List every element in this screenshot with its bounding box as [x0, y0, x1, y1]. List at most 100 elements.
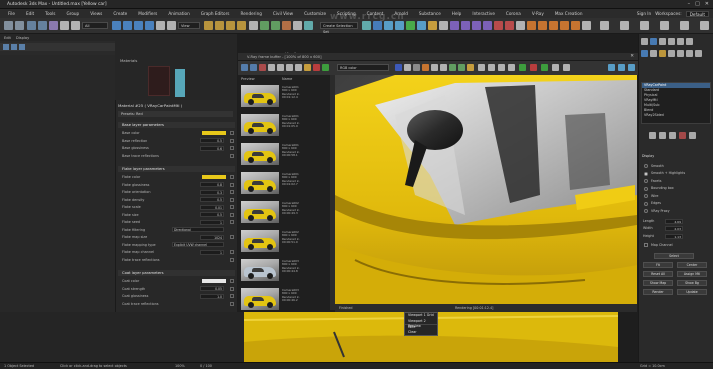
sort-icon[interactable] [19, 44, 25, 50]
menu-corona[interactable]: Corona [506, 11, 521, 16]
vfb-layers-icon[interactable] [618, 64, 625, 71]
map-checkbox[interactable] [230, 182, 234, 187]
command-button-select[interactable]: Select [654, 253, 694, 259]
lut-icon[interactable] [449, 64, 456, 71]
track-mouse-icon[interactable] [277, 64, 284, 71]
load-image-icon[interactable] [250, 64, 257, 71]
vfb-stats-icon[interactable] [628, 64, 635, 71]
history-thumbnail[interactable] [241, 230, 279, 252]
pivot-center-icon[interactable] [156, 21, 165, 30]
undo-icon[interactable] [4, 21, 13, 30]
context-menu-item[interactable]: Clear [405, 330, 437, 336]
search-icon[interactable] [600, 21, 609, 30]
select-manipulate-icon[interactable] [167, 21, 176, 30]
workspace-dropdown[interactable]: Default [685, 10, 709, 17]
schematic-view-icon[interactable] [362, 21, 371, 30]
fit-icon[interactable] [508, 64, 515, 71]
menu-graph-editors[interactable]: Graph Editors [201, 11, 230, 16]
param-spinner[interactable]: 0.01 [200, 204, 224, 210]
command-button-reset-all[interactable]: Reset All [643, 271, 673, 277]
remove-modifier-icon[interactable] [679, 132, 686, 139]
dimension-spinner[interactable]: 4.69 [665, 218, 683, 224]
geometry-icon[interactable] [641, 50, 648, 57]
vfb-history-icon[interactable] [608, 64, 615, 71]
map-checkbox[interactable] [230, 131, 234, 135]
mono-icon[interactable] [413, 64, 420, 71]
menu-v-ray[interactable]: V-Ray [532, 11, 544, 16]
command-button-update[interactable]: Update [677, 289, 707, 295]
motion-panel-icon[interactable] [668, 38, 675, 45]
history-thumbnail[interactable] [241, 201, 279, 223]
map-checkbox[interactable] [230, 279, 234, 283]
corona-render-icon[interactable] [527, 21, 536, 30]
systems-icon[interactable] [695, 50, 702, 57]
vray-light-icon[interactable] [428, 21, 437, 30]
material-slot-preview[interactable] [148, 66, 170, 96]
menu-rendering[interactable]: Rendering [241, 11, 262, 16]
show-end-result-icon[interactable] [659, 132, 666, 139]
dimension-spinner[interactable]: 1.13 [665, 233, 683, 239]
place-icon[interactable] [145, 21, 154, 30]
menu-file[interactable]: File [8, 11, 15, 16]
context-menu-item[interactable]: Viewport 1 Grid [405, 313, 437, 319]
duplicate-to-mtl-icon[interactable] [268, 64, 275, 71]
lights-icon[interactable] [659, 50, 666, 57]
link-icon[interactable] [27, 21, 36, 30]
select-move-icon[interactable] [112, 21, 121, 30]
map-checkbox[interactable] [230, 205, 234, 209]
param-spinner[interactable]: 0.6 [200, 145, 224, 151]
menu-create[interactable]: Create [113, 11, 127, 16]
corona-tools-icon[interactable] [582, 21, 591, 30]
vray-material-icon[interactable] [494, 21, 503, 30]
modify-panel-icon[interactable] [650, 38, 657, 45]
select-rotate-icon[interactable] [123, 21, 132, 30]
link-camera-icon[interactable] [552, 64, 559, 71]
param-spinner[interactable]: 0.05 [200, 286, 224, 291]
map-checkbox[interactable] [230, 146, 234, 150]
vray-proxy-icon[interactable] [450, 21, 459, 30]
map-checkbox[interactable] [230, 286, 234, 291]
history-thumbnail[interactable] [241, 172, 279, 194]
toggle-ribbon-icon[interactable] [293, 21, 302, 30]
param-dropdown[interactable]: Directional [172, 227, 224, 232]
show-red-icon[interactable] [313, 64, 320, 71]
rendered-image[interactable] [335, 75, 637, 310]
param-spinner[interactable]: 0.8 [200, 182, 224, 187]
reference-coordinate-dropdown[interactable]: View [178, 22, 200, 29]
unlink-icon[interactable] [38, 21, 47, 30]
section-coat-layer[interactable]: Coat layer parameters [118, 270, 235, 276]
command-button-show-map[interactable]: Show Map [643, 280, 673, 286]
corona-light-icon[interactable] [549, 21, 558, 30]
history-thumbnail[interactable] [241, 114, 279, 136]
material-presets-bar[interactable]: Presets: Red [118, 111, 233, 117]
param-spinner[interactable]: 1 [200, 249, 224, 255]
helpers-icon[interactable] [677, 50, 684, 57]
map-checkbox[interactable] [230, 175, 234, 179]
zoom-icon[interactable] [498, 64, 505, 71]
redo-icon[interactable] [15, 21, 24, 30]
stop-render-icon[interactable] [530, 64, 537, 71]
menu-edit[interactable]: Edit [26, 11, 34, 16]
spinner-snap-icon[interactable] [237, 21, 246, 30]
settings-icon[interactable] [620, 21, 629, 30]
frame-buffer-close-button[interactable]: ✕ [630, 54, 634, 59]
tab-display[interactable]: Display [16, 36, 29, 40]
display-panel-icon[interactable] [677, 38, 684, 45]
display-radio[interactable] [644, 164, 648, 168]
history-icon[interactable] [478, 64, 485, 71]
pin-stack-icon[interactable] [649, 132, 656, 139]
menu-views[interactable]: Views [90, 11, 102, 16]
select-scale-icon[interactable] [134, 21, 143, 30]
layer-explorer-icon[interactable] [282, 21, 291, 30]
maxscript-icon[interactable] [660, 21, 669, 30]
select-by-name-icon[interactable] [71, 21, 80, 30]
menu-tools[interactable]: Tools [45, 11, 55, 16]
param-checkbox[interactable] [230, 257, 234, 262]
menu-customize[interactable]: Customize [304, 11, 326, 16]
vray-bake-icon[interactable] [505, 21, 514, 30]
render-setup-icon[interactable] [384, 21, 393, 30]
named-selection-set-dropdown[interactable]: Create Selection Set [320, 22, 358, 34]
map-checkbox[interactable] [230, 235, 234, 239]
render-production-icon[interactable] [406, 21, 415, 30]
vray-camera-icon[interactable] [439, 21, 448, 30]
